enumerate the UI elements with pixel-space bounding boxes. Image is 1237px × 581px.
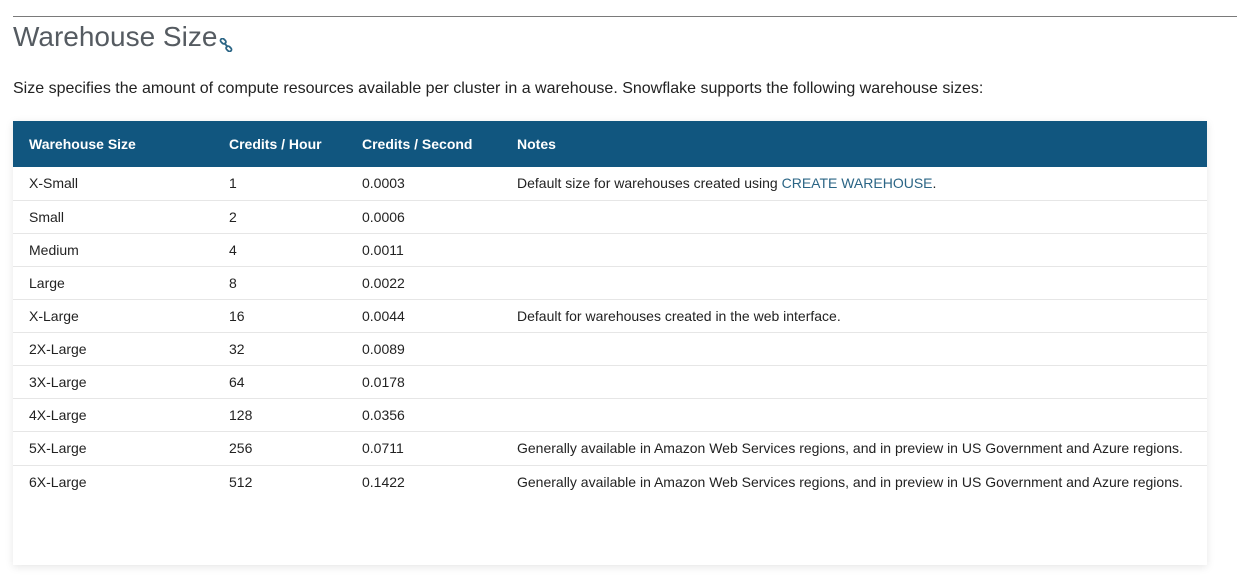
- cell-credits-hour: 2: [213, 200, 346, 234]
- cell-notes: Default size for warehouses created usin…: [501, 167, 1207, 201]
- table-row: 3X-Large 64 0.0178: [13, 365, 1207, 399]
- intro-paragraph: Size specifies the amount of compute res…: [13, 80, 984, 97]
- link-icon[interactable]: [219, 38, 233, 52]
- table-body: X-Small 1 0.0003 Default size for wareho…: [13, 167, 1207, 499]
- header-credits-second: Credits / Second: [362, 136, 473, 152]
- section-heading: Warehouse Size: [13, 19, 233, 55]
- table-header: Warehouse Size Credits / Hour Credits / …: [13, 121, 1207, 167]
- cell-credits-second: 0.0711: [346, 431, 501, 466]
- cell-notes: [501, 398, 1207, 432]
- cell-credits-hour: 4: [213, 233, 346, 267]
- cell-size: 4X-Large: [13, 398, 213, 432]
- cell-credits-hour: 1: [213, 167, 346, 201]
- cell-credits-second: 0.0003: [346, 167, 501, 201]
- header-warehouse-size: Warehouse Size: [29, 136, 136, 152]
- note-text-suffix: .: [932, 175, 937, 191]
- cell-size: Small: [13, 200, 213, 234]
- cell-credits-second: 0.0356: [346, 398, 501, 432]
- cell-notes: [501, 365, 1207, 399]
- cell-credits-hour: 16: [213, 299, 346, 333]
- cell-credits-hour: 256: [213, 431, 346, 466]
- cell-credits-second: 0.0006: [346, 200, 501, 234]
- cell-size: 3X-Large: [13, 365, 213, 399]
- cell-notes: [501, 266, 1207, 300]
- top-divider: [13, 16, 1237, 17]
- cell-size: X-Large: [13, 299, 213, 333]
- warehouse-size-table-container: Warehouse Size Credits / Hour Credits / …: [13, 121, 1207, 565]
- table-row: 4X-Large 128 0.0356: [13, 398, 1207, 432]
- header-notes: Notes: [517, 136, 556, 152]
- cell-notes: Generally available in Amazon Web Servic…: [501, 431, 1207, 466]
- cell-credits-second: 0.0044: [346, 299, 501, 333]
- cell-credits-hour: 32: [213, 332, 346, 366]
- table-row: 2X-Large 32 0.0089: [13, 332, 1207, 366]
- table-row: X-Small 1 0.0003 Default size for wareho…: [13, 167, 1207, 201]
- warehouse-size-table: Warehouse Size Credits / Hour Credits / …: [13, 121, 1207, 499]
- cell-notes: [501, 200, 1207, 234]
- cell-size: Medium: [13, 233, 213, 267]
- section-title: Warehouse Size: [13, 21, 218, 52]
- table-row: Large 8 0.0022: [13, 266, 1207, 300]
- cell-size: 2X-Large: [13, 332, 213, 366]
- cell-notes: [501, 332, 1207, 366]
- cell-credits-hour: 8: [213, 266, 346, 300]
- cell-credits-second: 0.1422: [362, 473, 405, 490]
- cell-credits-hour: 128: [213, 398, 346, 432]
- cell-credits-hour: 64: [213, 365, 346, 399]
- create-warehouse-link[interactable]: CREATE WAREHOUSE: [782, 175, 933, 191]
- cell-size: 5X-Large: [13, 431, 213, 466]
- cell-size: Large: [13, 266, 213, 300]
- note-text: Default size for warehouses created usin…: [517, 175, 782, 191]
- cell-size: X-Small: [13, 167, 213, 201]
- cell-notes: Default for warehouses created in the we…: [501, 299, 1207, 333]
- cell-credits-second: 0.0022: [346, 266, 501, 300]
- cell-credits-second: 0.0089: [346, 332, 501, 366]
- header-credits-hour: Credits / Hour: [229, 136, 322, 152]
- table-row: 6X-Large 512 0.1422 Generally available …: [13, 465, 1207, 499]
- table-row: Small 2 0.0006: [13, 200, 1207, 234]
- table-row: X-Large 16 0.0044 Default for warehouses…: [13, 299, 1207, 333]
- table-row: Medium 4 0.0011: [13, 233, 1207, 267]
- header-row: Warehouse Size Credits / Hour Credits / …: [13, 121, 1207, 167]
- cell-size: 6X-Large: [29, 473, 87, 490]
- cell-notes: Generally available in Amazon Web Servic…: [517, 473, 1183, 490]
- cell-credits-hour: 512: [229, 473, 253, 490]
- cell-notes: [501, 233, 1207, 267]
- cell-credits-second: 0.0178: [346, 365, 501, 399]
- table-row: 5X-Large 256 0.0711 Generally available …: [13, 431, 1207, 466]
- cell-credits-second: 0.0011: [346, 233, 501, 267]
